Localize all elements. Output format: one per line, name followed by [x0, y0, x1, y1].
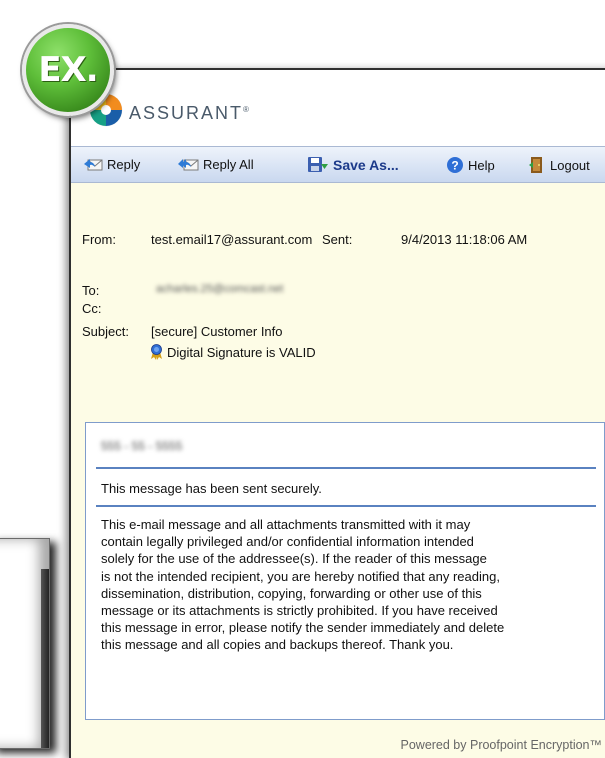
ribbon-award-icon: [151, 344, 162, 360]
subject-value: [secure] Customer Info: [151, 324, 283, 339]
background-window: [0, 538, 50, 749]
logout-button[interactable]: Logout: [528, 156, 590, 174]
message-area: 555 - 55 - 5555 This message has been se…: [71, 405, 605, 758]
reply-icon: [84, 159, 103, 171]
sent-label: Sent:: [322, 232, 353, 247]
reply-all-button[interactable]: Reply All: [177, 156, 254, 172]
from-label: From:: [82, 232, 116, 247]
subject-label: Subject:: [82, 324, 129, 339]
redacted-ssn: 555 - 55 - 5555: [101, 439, 183, 453]
secure-note: This message has been sent securely.: [101, 481, 322, 496]
reply-button[interactable]: Reply: [83, 156, 140, 172]
reply-all-icon: [178, 159, 199, 171]
to-value: acharles.25@comcast.net: [156, 283, 284, 295]
disclaimer-line: this message and all copies and backups …: [101, 637, 454, 653]
reply-all-label: Reply All: [203, 156, 254, 172]
disclaimer-line: solely for the use of the addressee(s). …: [101, 551, 487, 567]
digital-signature-status[interactable]: Digital Signature is VALID: [150, 344, 316, 360]
example-badge-label: EX.: [38, 50, 98, 90]
disclaimer-line: contain legally privileged and/or confid…: [101, 534, 474, 550]
background-window-edge: [41, 569, 49, 748]
email-toolbar: Reply Reply All Save As... ? Help Logout: [71, 146, 605, 183]
help-icon: ?: [447, 157, 463, 173]
help-label: Help: [468, 157, 495, 173]
save-icon: [308, 157, 328, 172]
disclaimer-line: is not the intended recipient, you are h…: [101, 568, 500, 584]
svg-text:?: ?: [451, 159, 458, 173]
example-badge: EX.: [22, 24, 114, 116]
logout-door-icon: [529, 157, 542, 173]
brand-header: ASSURANT®: [71, 70, 605, 145]
powered-by-footer: Powered by Proofpoint Encryption™: [400, 738, 603, 752]
help-button[interactable]: ? Help: [446, 156, 495, 174]
message-divider: [96, 467, 596, 469]
to-label: To:: [82, 283, 100, 298]
save-as-button[interactable]: Save As...: [307, 156, 399, 174]
from-value: test.email17@assurant.com: [151, 232, 313, 247]
disclaimer-line: This e-mail message and all attachments …: [101, 517, 471, 532]
message-body: 555 - 55 - 5555 This message has been se…: [85, 422, 605, 720]
disclaimer-line: message or its attachments is strictly p…: [101, 603, 498, 619]
reply-label: Reply: [107, 156, 141, 172]
disclaimer-line: this message in error, please notify the…: [101, 620, 505, 636]
save-as-label: Save As...: [333, 157, 399, 173]
sent-value: 9/4/2013 11:18:06 AM: [401, 232, 528, 247]
cc-label: Cc:: [82, 301, 102, 316]
confidentiality-disclaimer: This e-mail message and all attachments …: [101, 516, 601, 654]
logout-label: Logout: [550, 157, 590, 173]
message-divider: [96, 505, 596, 507]
disclaimer-line: dissemination, distribution, copying, fo…: [101, 585, 482, 601]
digital-signature-label: Digital Signature is VALID: [167, 344, 316, 360]
email-header: From: test.email17@assurant.com Sent: 9/…: [71, 183, 605, 405]
brand-name: ASSURANT®: [129, 103, 251, 123]
email-window: ASSURANT® Reply Reply All Save As... ? H…: [69, 68, 605, 758]
